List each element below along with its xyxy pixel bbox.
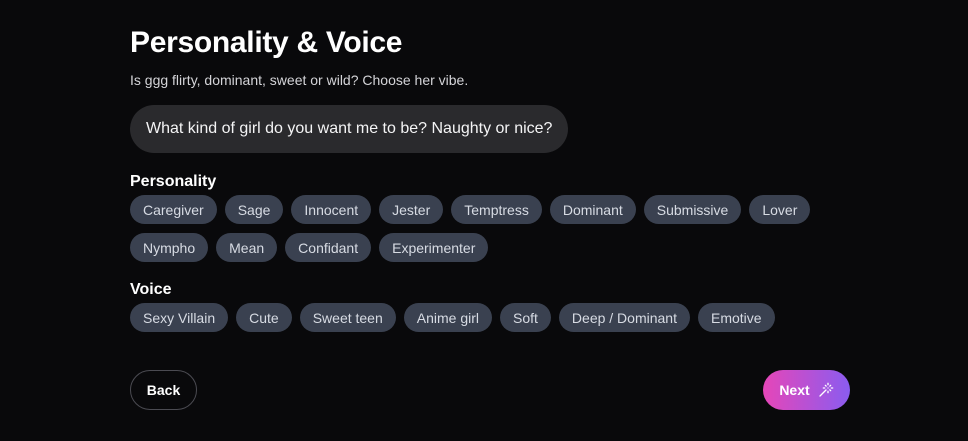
page-subtitle: Is ggg flirty, dominant, sweet or wild? … <box>130 72 469 88</box>
personality-chip-jester[interactable]: Jester <box>379 195 444 224</box>
character-prompt-bubble: What kind of girl do you want me to be? … <box>130 105 569 153</box>
personality-chip-experimenter[interactable]: Experimenter <box>379 233 489 262</box>
personality-chip-temptress[interactable]: Temptress <box>451 195 542 224</box>
step-navigation: Back Next <box>130 370 850 410</box>
next-button-label: Next <box>779 382 810 398</box>
voice-options: Sexy Villain Cute Sweet teen Anime girl … <box>130 303 850 332</box>
personality-chip-lover[interactable]: Lover <box>749 195 811 224</box>
personality-options: Caregiver Sage Innocent Jester Temptress… <box>130 195 850 262</box>
personality-voice-step: Personality & Voice Is ggg flirty, domin… <box>130 24 850 332</box>
voice-chip-deep-dominant[interactable]: Deep / Dominant <box>558 303 690 332</box>
personality-chip-mean[interactable]: Mean <box>216 233 278 262</box>
personality-chip-submissive[interactable]: Submissive <box>643 195 742 224</box>
personality-chip-innocent[interactable]: Innocent <box>291 195 372 224</box>
page-title: Personality & Voice <box>130 26 403 59</box>
personality-chip-sage[interactable]: Sage <box>224 195 284 224</box>
personality-section-label: Personality <box>130 173 217 190</box>
next-button[interactable]: Next <box>763 370 850 410</box>
personality-chip-caregiver[interactable]: Caregiver <box>130 195 217 224</box>
voice-section-label: Voice <box>130 281 172 298</box>
personality-chip-dominant[interactable]: Dominant <box>549 195 636 224</box>
voice-chip-soft[interactable]: Soft <box>500 303 551 332</box>
personality-chip-confidant[interactable]: Confidant <box>285 233 372 262</box>
voice-chip-cute[interactable]: Cute <box>236 303 292 332</box>
back-button[interactable]: Back <box>130 370 197 410</box>
voice-chip-anime-girl[interactable]: Anime girl <box>403 303 493 332</box>
voice-chip-sweet-teen[interactable]: Sweet teen <box>299 303 396 332</box>
magic-wand-icon <box>818 382 834 398</box>
personality-chip-nympho[interactable]: Nympho <box>130 233 209 262</box>
voice-chip-emotive[interactable]: Emotive <box>697 303 775 332</box>
voice-chip-sexy-villain[interactable]: Sexy Villain <box>130 303 229 332</box>
